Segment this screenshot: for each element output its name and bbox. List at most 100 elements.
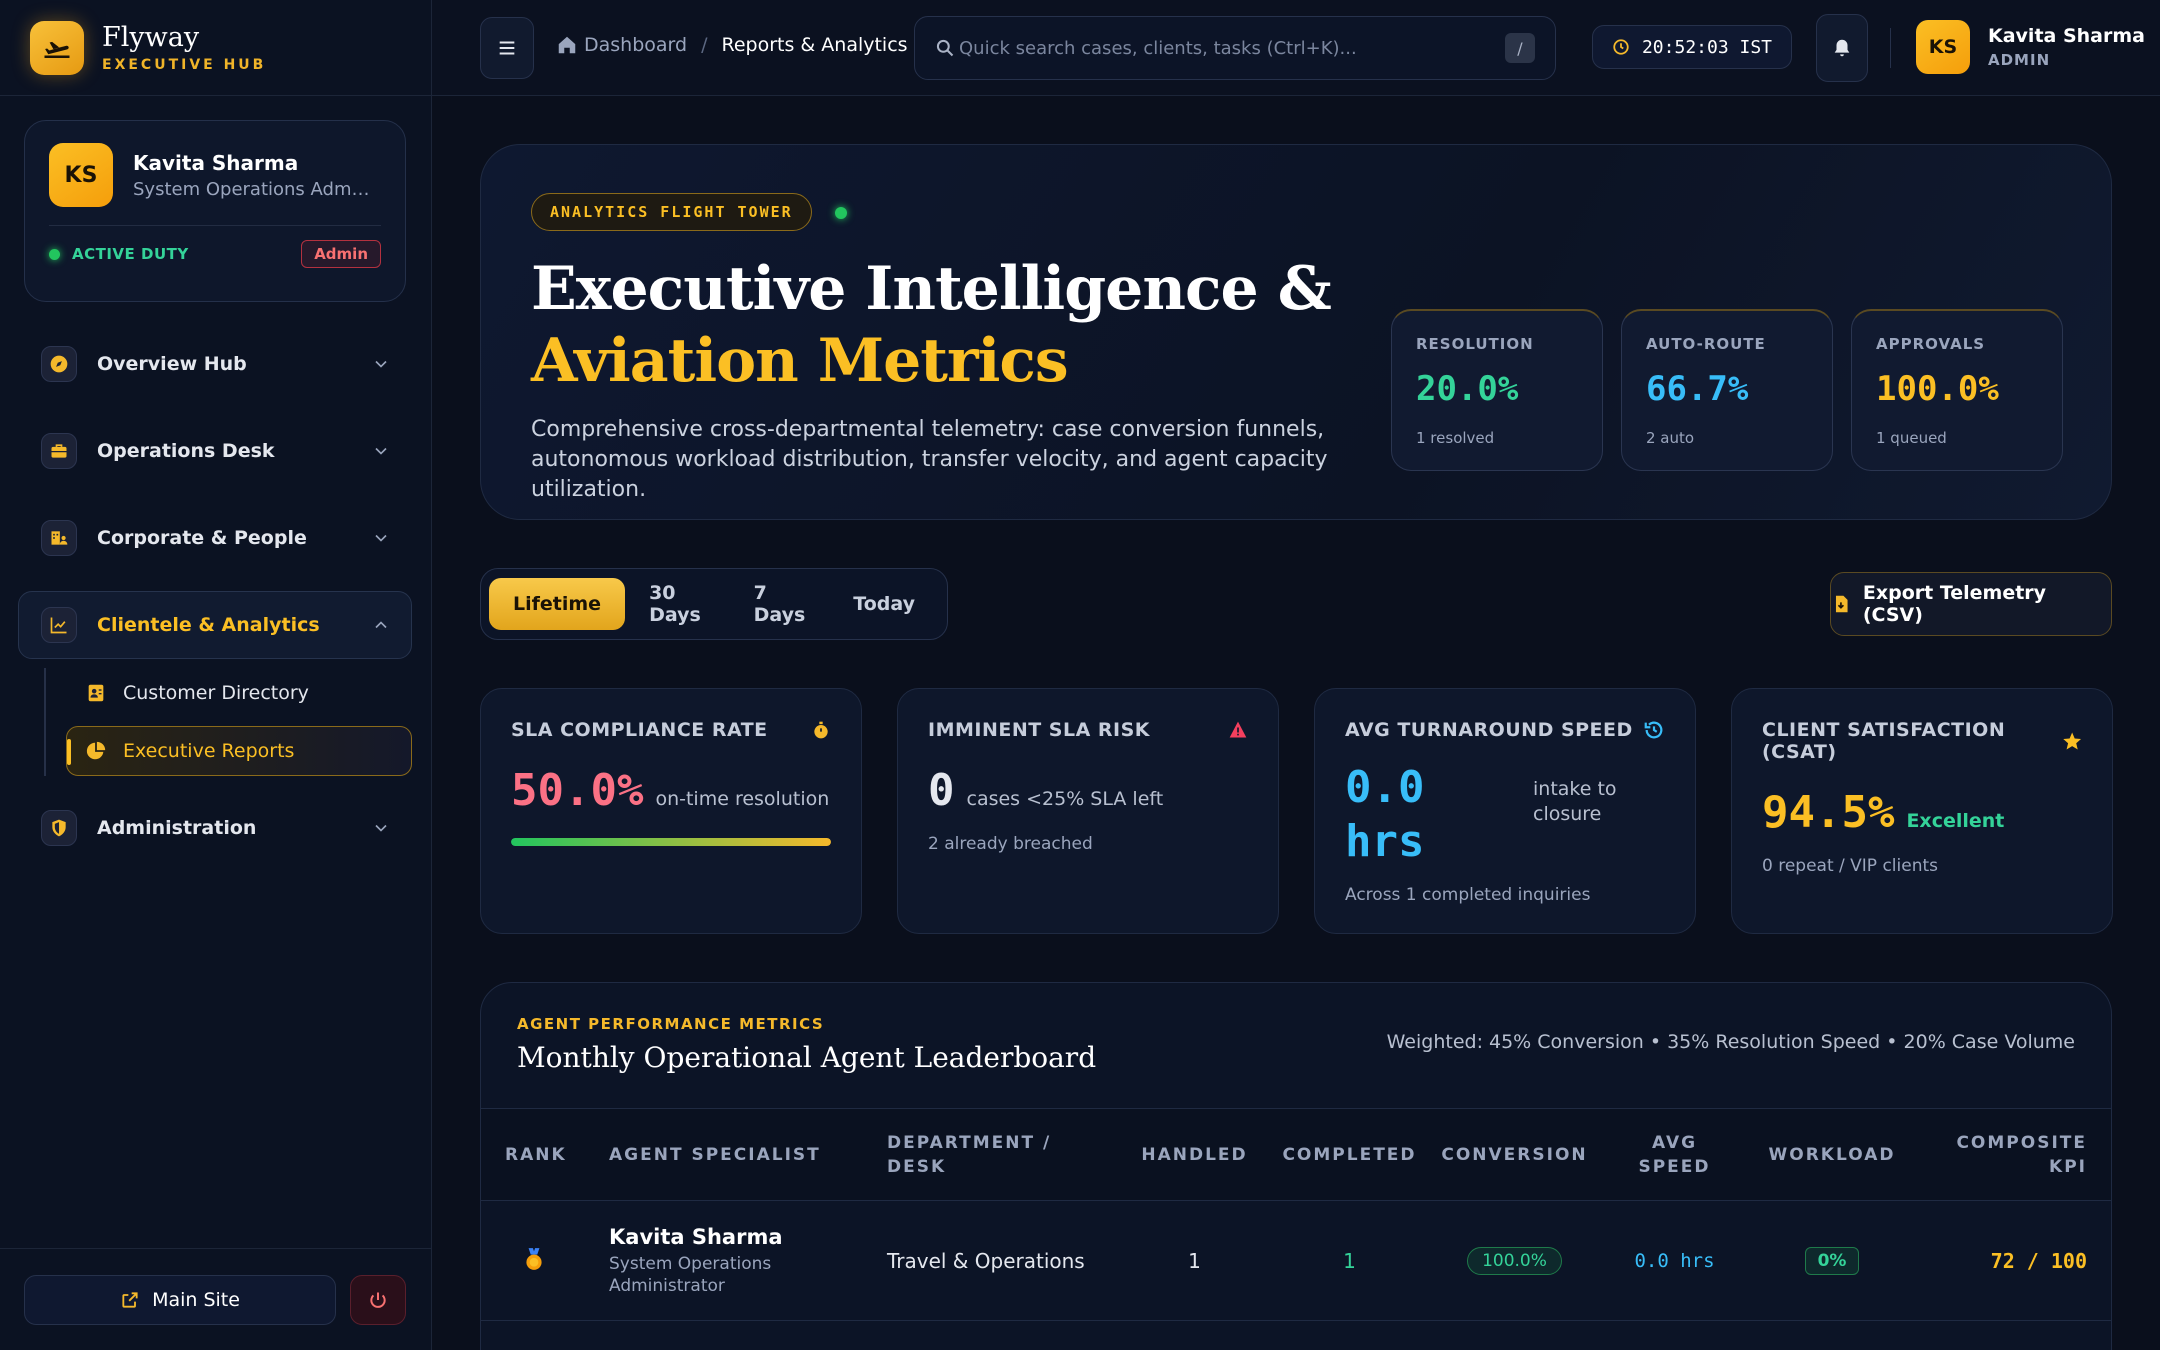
breadcrumb-current: Reports & Analytics	[721, 34, 908, 56]
stat-value: 66.7%	[1646, 369, 1749, 409]
clientele-subnav: Customer Directory Executive Reports	[44, 668, 412, 776]
column-header-handled[interactable]: HANDLED	[1117, 1143, 1272, 1167]
handled-cell: 1	[1188, 1248, 1201, 1273]
column-header-department-line1: DEPARTMENT /	[887, 1132, 1052, 1153]
stat-sub: 2 auto	[1646, 429, 1695, 447]
medal-icon	[526, 1247, 542, 1270]
kpi-unit-line2: closure	[1533, 803, 1602, 825]
kpi-value: 50.0%	[511, 765, 644, 816]
speed-cell: 0.0 hrs	[1634, 1249, 1715, 1272]
tab-7-days[interactable]: 7 Days	[730, 578, 830, 630]
agent-cell: Kavita Sharma System Operations Administ…	[609, 1225, 887, 1297]
compass-icon	[41, 346, 77, 382]
column-header-kpi[interactable]: COMPOSITE KPI	[1917, 1131, 2111, 1179]
agent-role-line1: System Operations	[609, 1253, 772, 1274]
clock-time: 20:52:03 IST	[1641, 36, 1773, 58]
column-header-speed[interactable]: AVG SPEED	[1602, 1131, 1747, 1179]
notifications-button[interactable]	[1816, 14, 1868, 82]
hero-description: Comprehensive cross-departmental telemet…	[531, 417, 1328, 502]
kpi-value: 0.0 hrs	[1345, 761, 1533, 869]
column-header-agent[interactable]: AGENT SPECIALIST	[609, 1143, 887, 1167]
kpi-sub: 0 repeat / VIP clients	[1762, 856, 1939, 876]
user-menu[interactable]: KS Kavita Sharma ADMIN	[1916, 20, 2145, 74]
sidebar-item-label: Administration	[97, 817, 257, 839]
kpi-rating: Excellent	[1906, 810, 2005, 832]
avatar: KS	[49, 143, 113, 207]
hamburger-icon	[499, 41, 515, 55]
bell-icon	[1834, 39, 1850, 57]
breadcrumb-home[interactable]: Dashboard	[556, 34, 687, 56]
stat-label: APPROVALS	[1876, 335, 1986, 353]
table-row[interactable]: Kavita Sharma System Operations Administ…	[481, 1201, 2111, 1321]
page-title-line2: Aviation Metrics	[531, 326, 1069, 396]
menu-toggle-button[interactable]	[480, 17, 534, 79]
breadcrumb: Dashboard / Reports & Analytics	[556, 34, 908, 56]
building-people-icon	[41, 520, 77, 556]
column-header-workload[interactable]: WORKLOAD	[1747, 1143, 1917, 1167]
column-header-department[interactable]: DEPARTMENT / DESK	[887, 1131, 1117, 1179]
tab-lifetime[interactable]: Lifetime	[489, 578, 626, 630]
column-header-speed-line2: SPEED	[1638, 1156, 1711, 1177]
sidebar-item-administration[interactable]: Administration	[18, 794, 412, 862]
sidebar-item-overview[interactable]: Overview Hub	[18, 330, 412, 398]
breadcrumb-home-label: Dashboard	[584, 34, 688, 56]
external-link-icon	[122, 1291, 138, 1308]
agent-role: System Operations Administrator	[609, 1253, 887, 1297]
stat-value: 20.0%	[1416, 369, 1519, 409]
chart-line-icon	[41, 607, 77, 643]
sidebar-item-operations[interactable]: Operations Desk	[18, 417, 412, 485]
history-icon	[1644, 721, 1663, 739]
sidebar-item-corporate[interactable]: Corporate & People	[18, 504, 412, 572]
stat-sub: 1 resolved	[1416, 429, 1495, 447]
sidebar-subitem-executive-reports[interactable]: Executive Reports	[66, 726, 412, 776]
column-header-rank[interactable]: RANK	[481, 1143, 609, 1167]
sidebar-item-label: Corporate & People	[97, 527, 307, 549]
kpi-value: 94.5%	[1762, 787, 1895, 838]
agent-name[interactable]: Kavita Sharma	[609, 1225, 887, 1249]
sidebar-subitem-customer-directory[interactable]: Customer Directory	[66, 668, 412, 718]
logout-button[interactable]	[350, 1274, 406, 1325]
sidebar-item-clientele[interactable]: Clientele & Analytics	[18, 591, 412, 659]
conversion-badge: 100.0%	[1467, 1246, 1562, 1275]
export-csv-label: Export Telemetry (CSV)	[1862, 582, 2047, 626]
main-site-button[interactable]: Main Site	[24, 1274, 336, 1325]
chevron-down-icon	[375, 447, 387, 455]
brand[interactable]: Flyway EXECUTIVE HUB	[0, 0, 431, 96]
chevron-down-icon	[375, 360, 387, 368]
kpi-unit: intake to closure	[1533, 777, 1617, 869]
sla-progress-fill	[511, 838, 831, 846]
briefcase-icon	[41, 433, 77, 469]
kpi-value-number: 0.0	[1345, 762, 1425, 813]
kpi-unit: on-time resolution	[655, 788, 830, 810]
column-header-completed[interactable]: COMPLETED	[1272, 1143, 1427, 1167]
kpi-value: 0	[928, 765, 955, 816]
plane-logo-icon	[30, 20, 84, 75]
stat-card-resolution: RESOLUTION 20.0% 1 resolved	[1391, 309, 1603, 471]
kpi-label: CLIENT SATISFACTION (CSAT)	[1762, 719, 2006, 763]
topbar-divider	[1890, 28, 1891, 68]
tab-today[interactable]: Today	[829, 578, 939, 630]
power-icon	[370, 1292, 386, 1308]
sidebar-item-label: Clientele & Analytics	[97, 614, 320, 636]
kpi-card-speed: AVG TURNAROUND SPEED 0.0 hrs intake to c…	[1314, 688, 1696, 934]
duty-status-label: ACTIVE DUTY	[72, 245, 189, 263]
kpi-card-risk: IMMINENT SLA RISK 0 cases <25% SLA left …	[897, 688, 1279, 934]
kpi-sub: 2 already breached	[928, 834, 1093, 854]
breadcrumb-separator: /	[701, 34, 708, 56]
duty-status: ACTIVE DUTY	[49, 245, 189, 263]
column-header-conversion[interactable]: CONVERSION	[1427, 1143, 1602, 1167]
sidebar-subitem-label: Executive Reports	[123, 740, 295, 762]
export-csv-button[interactable]: Export Telemetry (CSV)	[1830, 572, 2112, 636]
rank-cell	[481, 1246, 609, 1276]
pie-chart-icon	[86, 741, 106, 760]
profile-card: KS Kavita Sharma System Operations Admin…	[24, 120, 406, 302]
tab-30-days[interactable]: 30 Days	[625, 578, 730, 630]
file-download-icon	[1835, 595, 1848, 613]
page-title-line1: Executive Intelligence &	[531, 254, 1332, 324]
chevron-down-icon	[375, 824, 387, 832]
search-input[interactable]	[959, 37, 1505, 59]
table-header: RANK AGENT SPECIALIST DEPARTMENT / DESK …	[481, 1109, 2111, 1201]
column-header-speed-line1: AVG	[1651, 1132, 1698, 1153]
main-site-label: Main Site	[152, 1288, 240, 1311]
clock: 20:52:03 IST	[1592, 25, 1792, 69]
